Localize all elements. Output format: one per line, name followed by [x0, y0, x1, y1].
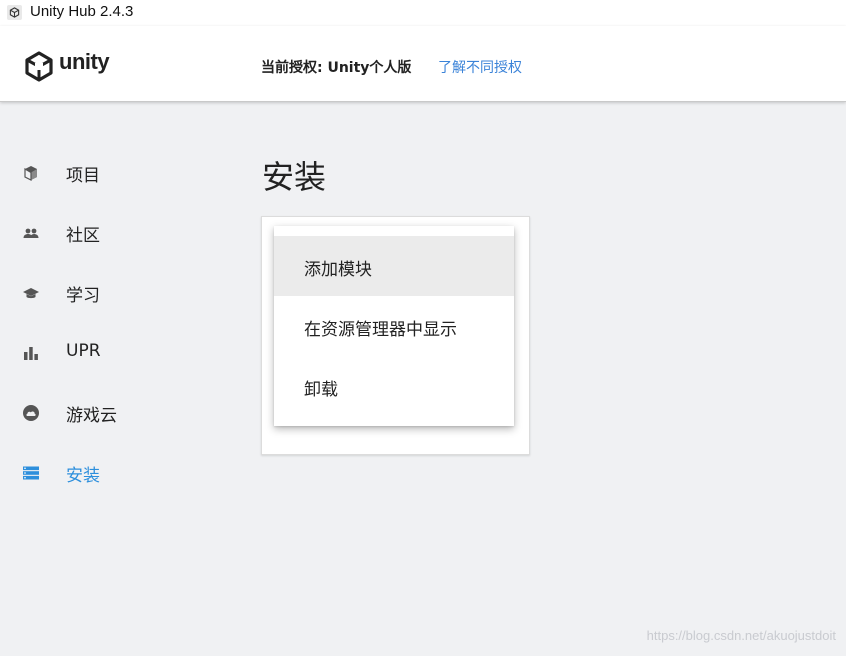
- sidebar-item-game-cloud[interactable]: 游戏云: [0, 382, 240, 442]
- bar-chart-icon: [22, 344, 40, 362]
- sidebar-item-label: 游戏云: [66, 406, 117, 426]
- sidebar-item-label: 学习: [66, 286, 100, 306]
- sidebar-item-projects[interactable]: 项目: [0, 142, 240, 202]
- installs-list-icon: [22, 464, 40, 482]
- watermark-text: https://blog.csdn.net/akuojustdoit: [646, 628, 836, 643]
- sidebar-item-label: 项目: [66, 166, 100, 186]
- window-titlebar: Unity Hub 2.4.3: [0, 0, 846, 26]
- logo-text: unity: [59, 49, 110, 74]
- menu-item-add-modules[interactable]: 添加模块: [274, 236, 514, 296]
- sidebar-item-label: 社区: [66, 226, 100, 246]
- app-header: unity 当前授权: Unity个人版 了解不同授权: [0, 26, 846, 102]
- cube-icon: [22, 164, 40, 182]
- menu-item-label: 添加模块: [304, 260, 372, 280]
- sidebar-item-upr[interactable]: UPR: [0, 322, 240, 382]
- context-menu: 添加模块 在资源管理器中显示 卸载: [274, 226, 514, 426]
- menu-item-label: 卸载: [304, 380, 338, 400]
- graduation-cap-icon: [22, 284, 40, 302]
- sidebar-item-label: UPR: [66, 341, 101, 361]
- sidebar-item-community[interactable]: 社区: [0, 202, 240, 262]
- window-title: Unity Hub 2.4.3: [30, 3, 134, 20]
- unity-logo-icon: [25, 51, 53, 82]
- cloud-icon: [22, 404, 40, 422]
- sidebar-item-learn[interactable]: 学习: [0, 262, 240, 322]
- current-license-label: 当前授权: Unity个人版: [261, 60, 412, 76]
- page-title: 安装: [262, 158, 327, 196]
- sidebar-item-installs[interactable]: 安装: [0, 442, 240, 502]
- menu-item-uninstall[interactable]: 卸载: [274, 356, 514, 416]
- menu-item-show-in-explorer[interactable]: 在资源管理器中显示: [274, 296, 514, 356]
- menu-item-label: 在资源管理器中显示: [304, 320, 457, 340]
- people-icon: [22, 224, 40, 242]
- learn-licenses-link[interactable]: 了解不同授权: [438, 57, 522, 77]
- unity-app-icon: [7, 5, 22, 20]
- sidebar-item-label: 安装: [66, 466, 100, 486]
